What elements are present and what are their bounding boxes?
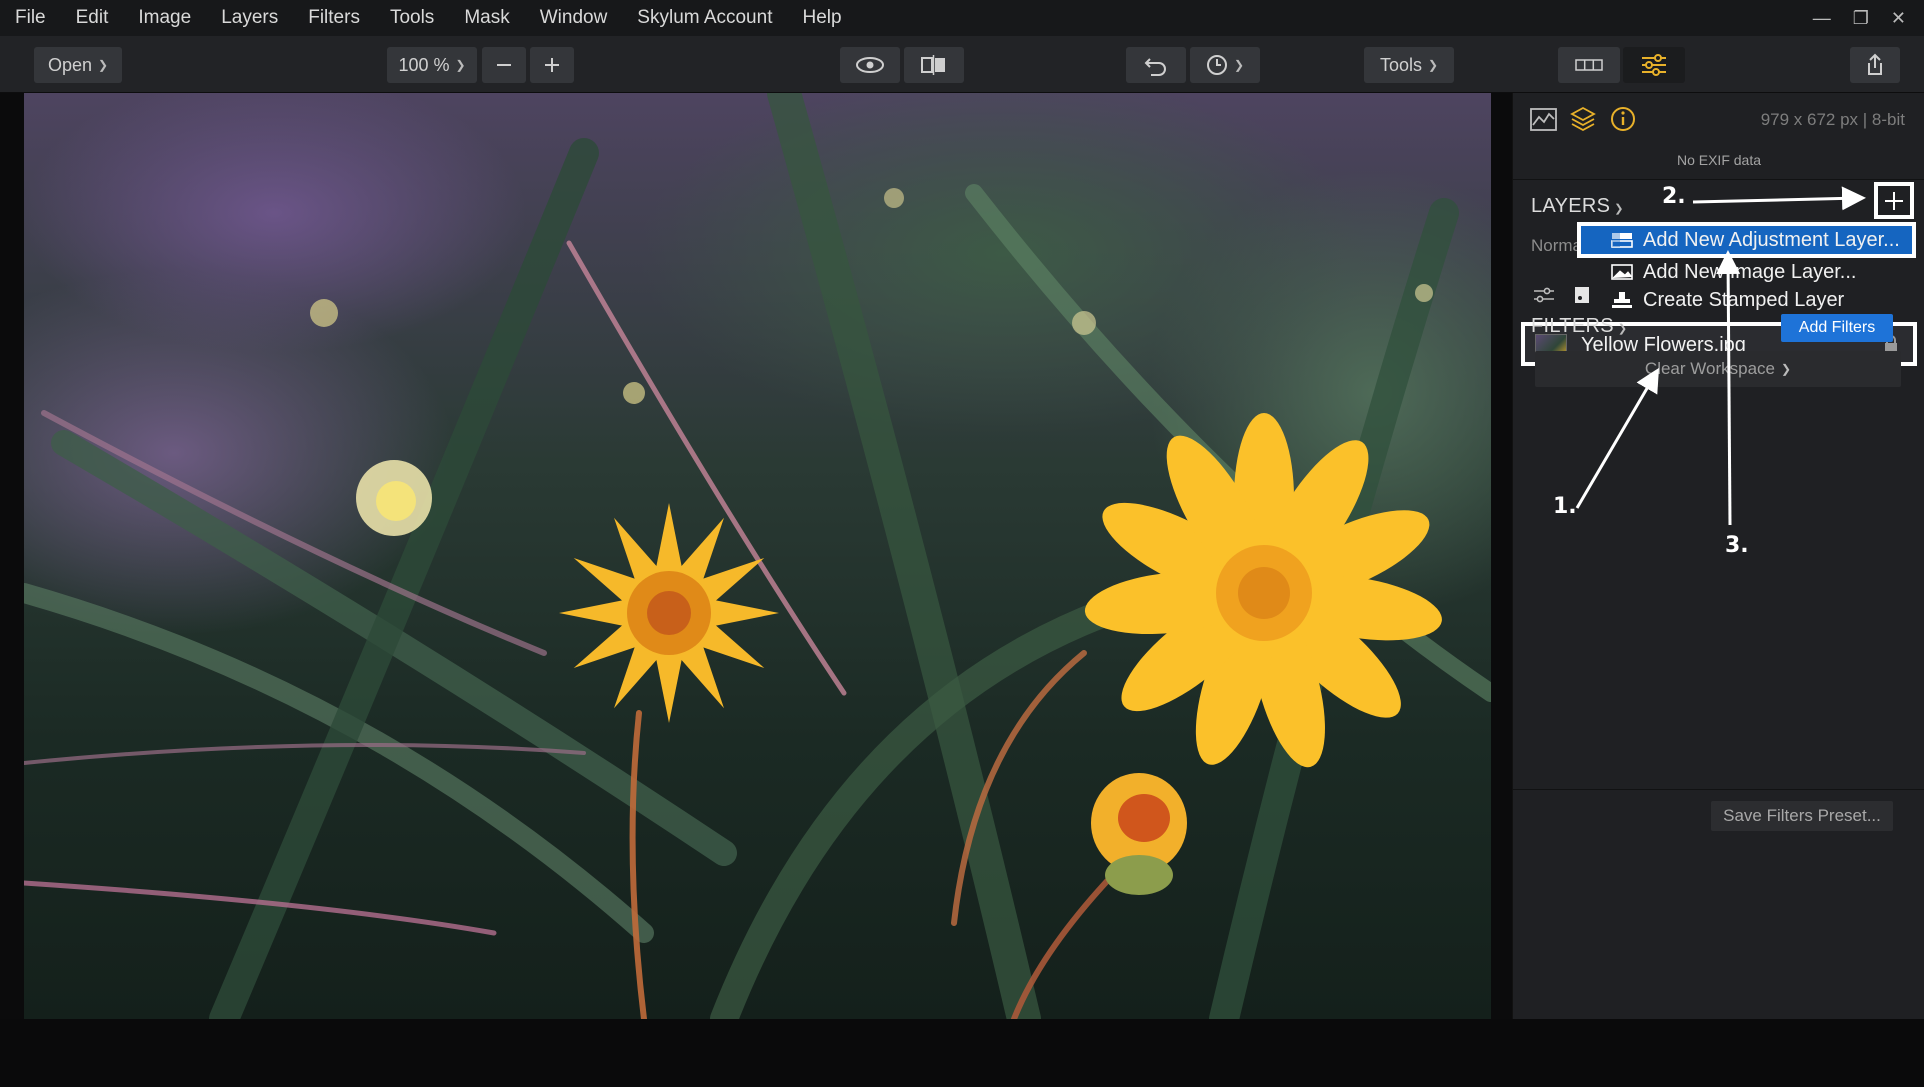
catalog-view-button[interactable]: [1558, 47, 1620, 83]
window-controls: — ❐ ✕: [1813, 0, 1906, 36]
chevron-down-icon: ❯: [1617, 323, 1628, 335]
edit-view-button[interactable]: [1623, 47, 1685, 83]
menu-mask[interactable]: Mask: [449, 0, 524, 36]
plus-icon: [1885, 191, 1903, 210]
history-button[interactable]: ❯: [1190, 47, 1260, 83]
menu-item-add-adjustment-layer[interactable]: Add New Adjustment Layer...: [1577, 222, 1916, 258]
histogram-icon[interactable]: [1529, 105, 1559, 135]
menu-item-create-stamped-layer[interactable]: Create Stamped Layer: [1583, 286, 1916, 314]
minimize-icon[interactable]: —: [1813, 8, 1831, 29]
add-layer-button[interactable]: [1874, 182, 1914, 219]
menu-item-label: Add New Adjustment Layer...: [1643, 228, 1900, 251]
filters-section-title[interactable]: FILTERS ❯: [1531, 315, 1627, 338]
tools-label: Tools: [1379, 54, 1422, 75]
chevron-down-icon: ❯: [455, 58, 466, 72]
menu-help[interactable]: Help: [787, 0, 856, 36]
photo-canvas[interactable]: [24, 93, 1491, 1019]
menu-bar: File Edit Image Layers Filters Tools Mas…: [0, 0, 1924, 36]
add-layer-menu: Add New Adjustment Layer... Add New Imag…: [1577, 222, 1916, 314]
open-button[interactable]: Open ❯: [34, 47, 122, 83]
menu-item-add-image-layer[interactable]: Add New Image Layer...: [1583, 258, 1916, 286]
eye-icon: [856, 57, 884, 73]
undo-button[interactable]: [1126, 47, 1186, 83]
save-filters-preset-button[interactable]: Save Filters Preset...: [1711, 801, 1893, 831]
export-button[interactable]: [1850, 47, 1900, 83]
menu-layers[interactable]: Layers: [206, 0, 293, 36]
plus-icon: [545, 58, 559, 72]
image-dimensions: 979 x 672 px | 8-bit: [1760, 110, 1905, 129]
chevron-down-icon: ❯: [1233, 58, 1245, 72]
zoom-in-button[interactable]: [530, 47, 574, 83]
menu-skylum-account[interactable]: Skylum Account: [622, 0, 787, 36]
chevron-down-icon: ❯: [1427, 58, 1439, 72]
toolbar: Open ❯ 100 % ❯ ❯ Tools ❯: [0, 36, 1924, 93]
exif-status: No EXIF data: [1676, 152, 1762, 168]
menu-filters[interactable]: Filters: [293, 0, 375, 36]
share-icon: [1868, 53, 1882, 75]
menu-edit[interactable]: Edit: [61, 0, 124, 36]
info-icon[interactable]: [1609, 105, 1639, 135]
canvas-area[interactable]: [0, 93, 1512, 1019]
add-filters-button[interactable]: Add Filters: [1781, 314, 1893, 342]
layers-title-label: LAYERS: [1531, 195, 1611, 217]
layers-icon[interactable]: [1569, 105, 1599, 135]
open-label: Open: [47, 54, 92, 75]
chevron-down-icon: ❯: [1614, 203, 1624, 215]
annotation-step-3: 3.: [1725, 533, 1749, 558]
zoom-label: 100 %: [398, 54, 450, 75]
zoom-out-button[interactable]: [482, 47, 526, 83]
minus-icon: [497, 64, 511, 66]
adjustment-layer-icon: [1607, 231, 1637, 249]
menu-item-label: Create Stamped Layer: [1643, 288, 1845, 311]
bottom-bar: [0, 1019, 1924, 1087]
filters-title-label: FILTERS: [1531, 315, 1614, 337]
right-flower: [1084, 413, 1442, 768]
right-panel: 979 x 672 px | 8-bit No EXIF data LAYERS…: [1512, 93, 1924, 1019]
annotation-step-1: 1.: [1553, 494, 1577, 519]
restore-icon[interactable]: ❐: [1853, 8, 1869, 29]
chevron-down-icon: ❯: [1781, 362, 1792, 376]
tools-dropdown[interactable]: Tools ❯: [1364, 47, 1454, 83]
annotation-step-2: 2.: [1662, 184, 1686, 209]
chevron-down-icon: ❯: [97, 58, 109, 72]
flower-photo: [24, 93, 1491, 1019]
split-view-icon: [921, 55, 945, 75]
clock-icon: [1206, 55, 1227, 75]
menu-file[interactable]: File: [0, 0, 61, 36]
preview-button[interactable]: [840, 47, 900, 83]
workspace-dropdown[interactable]: Clear Workspace ❯: [1535, 351, 1901, 387]
filmstrip-icon: [1575, 59, 1603, 71]
layers-section-title[interactable]: LAYERS ❯: [1531, 195, 1624, 218]
undo-icon: [1144, 58, 1166, 76]
close-icon[interactable]: ✕: [1891, 8, 1906, 29]
stamp-icon: [1607, 291, 1637, 309]
menu-image[interactable]: Image: [123, 0, 206, 36]
sliders-icon: [1642, 54, 1666, 76]
blend-mode-select[interactable]: Norma: [1531, 236, 1582, 256]
image-layer-icon: [1607, 263, 1637, 281]
adjust-sliders-icon[interactable]: [1533, 285, 1555, 305]
menu-item-label: Add New Image Layer...: [1643, 260, 1857, 283]
menu-window[interactable]: Window: [525, 0, 623, 36]
workspace-label: Clear Workspace: [1644, 359, 1775, 378]
zoom-dropdown[interactable]: 100 % ❯: [387, 47, 477, 83]
flower-bud: [1091, 773, 1187, 895]
menu-tools[interactable]: Tools: [375, 0, 449, 36]
compare-button[interactable]: [904, 47, 964, 83]
small-white-flower: [356, 460, 432, 536]
